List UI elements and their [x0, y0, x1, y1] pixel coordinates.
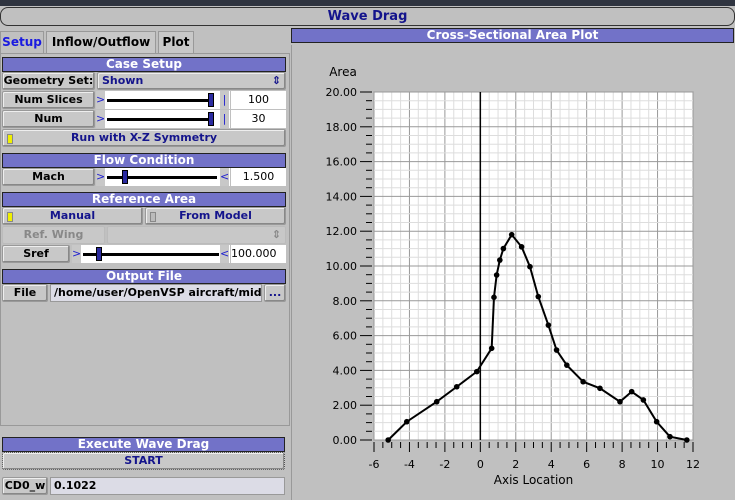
- data-point: [500, 245, 507, 252]
- data-point: [453, 383, 460, 390]
- data-point: [491, 294, 497, 301]
- data-point: [518, 244, 525, 250]
- data-point: [527, 263, 533, 270]
- data-point: [508, 231, 515, 238]
- x-tick-label: -6: [369, 458, 380, 471]
- x-tick-label: -2: [439, 458, 450, 471]
- data-point: [683, 437, 690, 443]
- data-point: [545, 322, 552, 328]
- x-tick-label: -4: [404, 458, 415, 471]
- data-point: [473, 368, 480, 375]
- x-tick-label: 8: [619, 458, 626, 471]
- y-tick-label: 18.00: [326, 121, 358, 134]
- data-point: [640, 397, 647, 403]
- x-tick-label: 10: [651, 458, 665, 471]
- y-axis-label: Area: [329, 65, 357, 79]
- data-point: [597, 385, 603, 392]
- data-point: [403, 418, 410, 425]
- x-tick-label: 4: [548, 458, 555, 471]
- y-tick-label: 6.00: [333, 330, 358, 343]
- y-tick-label: 2.00: [333, 399, 358, 412]
- y-tick-label: 20.00: [326, 86, 358, 99]
- x-axis-label: Axis Location: [494, 473, 573, 487]
- x-tick-label: 0: [477, 458, 484, 471]
- data-point: [385, 437, 391, 443]
- x-tick-label: 2: [512, 458, 519, 471]
- data-point: [553, 347, 560, 353]
- y-tick-label: 12.00: [326, 225, 358, 238]
- data-point: [580, 378, 586, 385]
- data-point: [433, 398, 440, 405]
- data-point: [488, 345, 495, 352]
- x-tick-label: 12: [686, 458, 700, 471]
- y-tick-label: 4.00: [333, 364, 358, 377]
- data-point: [653, 418, 660, 425]
- data-point: [535, 293, 542, 300]
- y-tick-label: 14.00: [326, 190, 358, 203]
- data-point: [617, 398, 623, 405]
- y-tick-label: 16.00: [326, 156, 358, 169]
- y-tick-label: 8.00: [333, 295, 358, 308]
- area-plot: -6 -4 -2 0 2 4 6 8 10 12 0.00 2.00 4.00 6.00 8.00 10.00…: [326, 65, 701, 487]
- data-point: [667, 433, 673, 440]
- x-tick-label: 6: [583, 458, 590, 471]
- data-point: [493, 272, 500, 278]
- data-point: [497, 257, 503, 263]
- y-tick-label: 0.00: [333, 434, 358, 447]
- data-point: [564, 362, 570, 368]
- y-tick-label: 10.00: [326, 260, 358, 273]
- data-point: [628, 388, 635, 395]
